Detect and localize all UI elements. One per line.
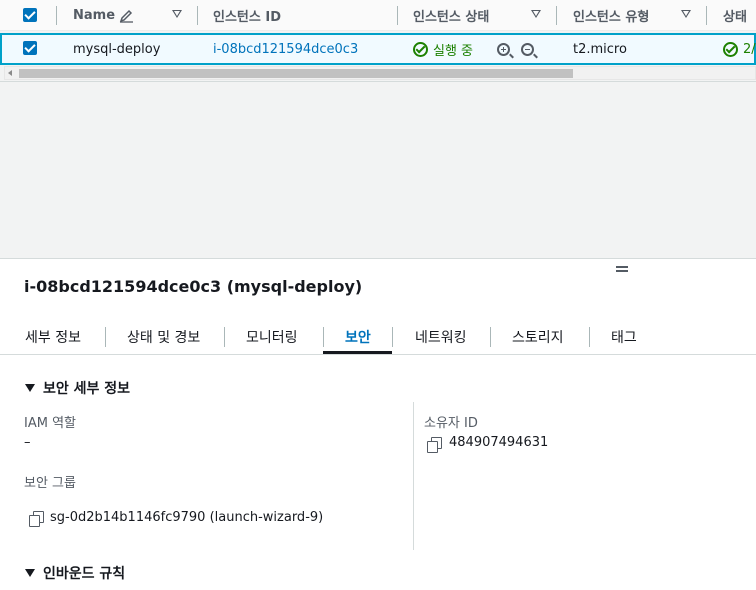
zoom-out-icon [521, 42, 534, 56]
column-instance-id-label: 인스턴스 ID [213, 10, 281, 25]
filter-caret-icon[interactable] [531, 10, 541, 18]
column-header-instance-id[interactable]: 인스턴스 ID [213, 0, 281, 31]
copy-icon[interactable] [29, 511, 44, 527]
column-header-instance-state[interactable]: 인스턴스 상태 [413, 0, 489, 31]
table-header: Name 인스턴스 ID 인스턴스 상태 인스턴스 유형 상태 [0, 0, 756, 31]
filter-caret-icon[interactable] [681, 10, 691, 18]
status-check-cell: 2/ [723, 35, 756, 63]
expand-caret-icon[interactable] [25, 384, 35, 392]
table-row[interactable]: mysql-deploy i-08bcd121594dce0c3 실행 중 t2… [0, 33, 756, 65]
column-divider [556, 6, 557, 25]
select-all-checkbox[interactable] [23, 8, 37, 22]
status-check-text: 2/ [743, 41, 756, 57]
inbound-rules-header[interactable]: 인바운드 규칙 [43, 563, 125, 583]
column-divider [397, 6, 398, 25]
filter-caret-icon[interactable] [172, 10, 182, 18]
instance-name: mysql-deploy [73, 41, 161, 57]
active-tab-indicator [323, 351, 392, 354]
tab-divider [392, 327, 393, 347]
owner-id-value: 484907494631 [449, 435, 549, 450]
column-instance-type-label: 인스턴스 유형 [573, 10, 650, 25]
column-divider [413, 402, 414, 550]
instance-state-text: 실행 중 [433, 43, 474, 59]
resize-handle-icon[interactable] [616, 266, 628, 272]
column-divider [197, 6, 198, 25]
tab-security[interactable]: 보안 [345, 319, 371, 354]
scroll-left-arrow-icon[interactable] [8, 70, 12, 76]
instance-details-panel: i-08bcd121594dce0c3 (mysql-deploy) 세부 정보… [0, 258, 756, 590]
instance-type: t2.micro [573, 41, 627, 57]
tab-networking[interactable]: 네트워킹 [415, 319, 467, 354]
expand-caret-icon[interactable] [25, 569, 35, 577]
column-name-label: Name [73, 8, 116, 23]
security-details-header[interactable]: 보안 세부 정보 [43, 378, 130, 398]
tab-divider [323, 327, 324, 347]
instance-id-link[interactable]: i-08bcd121594dce0c3 [213, 35, 358, 63]
zoom-in-icon [497, 42, 510, 56]
column-divider [706, 6, 707, 25]
check-circle-icon [413, 41, 428, 57]
security-groups-label: 보안 그룹 [24, 476, 76, 491]
horizontal-scrollbar[interactable] [4, 66, 756, 80]
column-header-instance-type[interactable]: 인스턴스 유형 [573, 0, 649, 31]
divider [0, 81, 756, 82]
column-header-status[interactable]: 상태 [723, 0, 747, 31]
row-select-checkbox[interactable] [23, 41, 37, 55]
instances-table: Name 인스턴스 ID 인스턴스 상태 인스턴스 유형 상태 mysql-de… [0, 0, 756, 258]
tab-divider [589, 327, 590, 347]
column-status-label: 상태 [723, 10, 747, 25]
scrollbar-thumb[interactable] [19, 69, 573, 78]
column-divider [56, 6, 57, 25]
security-group-link[interactable]: sg-0d2b14b1146fc9790 (launch-wizard-9) [50, 510, 323, 525]
column-instance-state-label: 인스턴스 상태 [413, 10, 490, 25]
tab-status-alarms[interactable]: 상태 및 경보 [127, 319, 200, 354]
zoom-out-button[interactable] [521, 35, 534, 63]
tab-storage[interactable]: 스토리지 [512, 319, 564, 354]
iam-role-value: – [24, 435, 31, 450]
tab-divider [105, 327, 106, 347]
pencil-icon[interactable] [119, 9, 135, 23]
column-header-name[interactable]: Name [73, 0, 135, 31]
instance-state-cell: 실행 중 [413, 35, 473, 63]
zoom-in-button[interactable] [497, 35, 510, 63]
tab-divider [490, 327, 491, 347]
iam-role-label: IAM 역할 [24, 416, 76, 431]
tab-tags[interactable]: 태그 [611, 319, 637, 354]
tab-monitoring[interactable]: 모니터링 [246, 319, 298, 354]
details-tabs: 세부 정보 상태 및 경보 모니터링 보안 네트워킹 스토리지 태그 [0, 319, 756, 355]
copy-icon[interactable] [427, 437, 442, 453]
owner-id-label: 소유자 ID [424, 416, 478, 431]
tab-divider [224, 327, 225, 347]
details-title: i-08bcd121594dce0c3 (mysql-deploy) [24, 277, 363, 296]
tab-details[interactable]: 세부 정보 [25, 319, 81, 354]
check-circle-icon [723, 41, 738, 57]
